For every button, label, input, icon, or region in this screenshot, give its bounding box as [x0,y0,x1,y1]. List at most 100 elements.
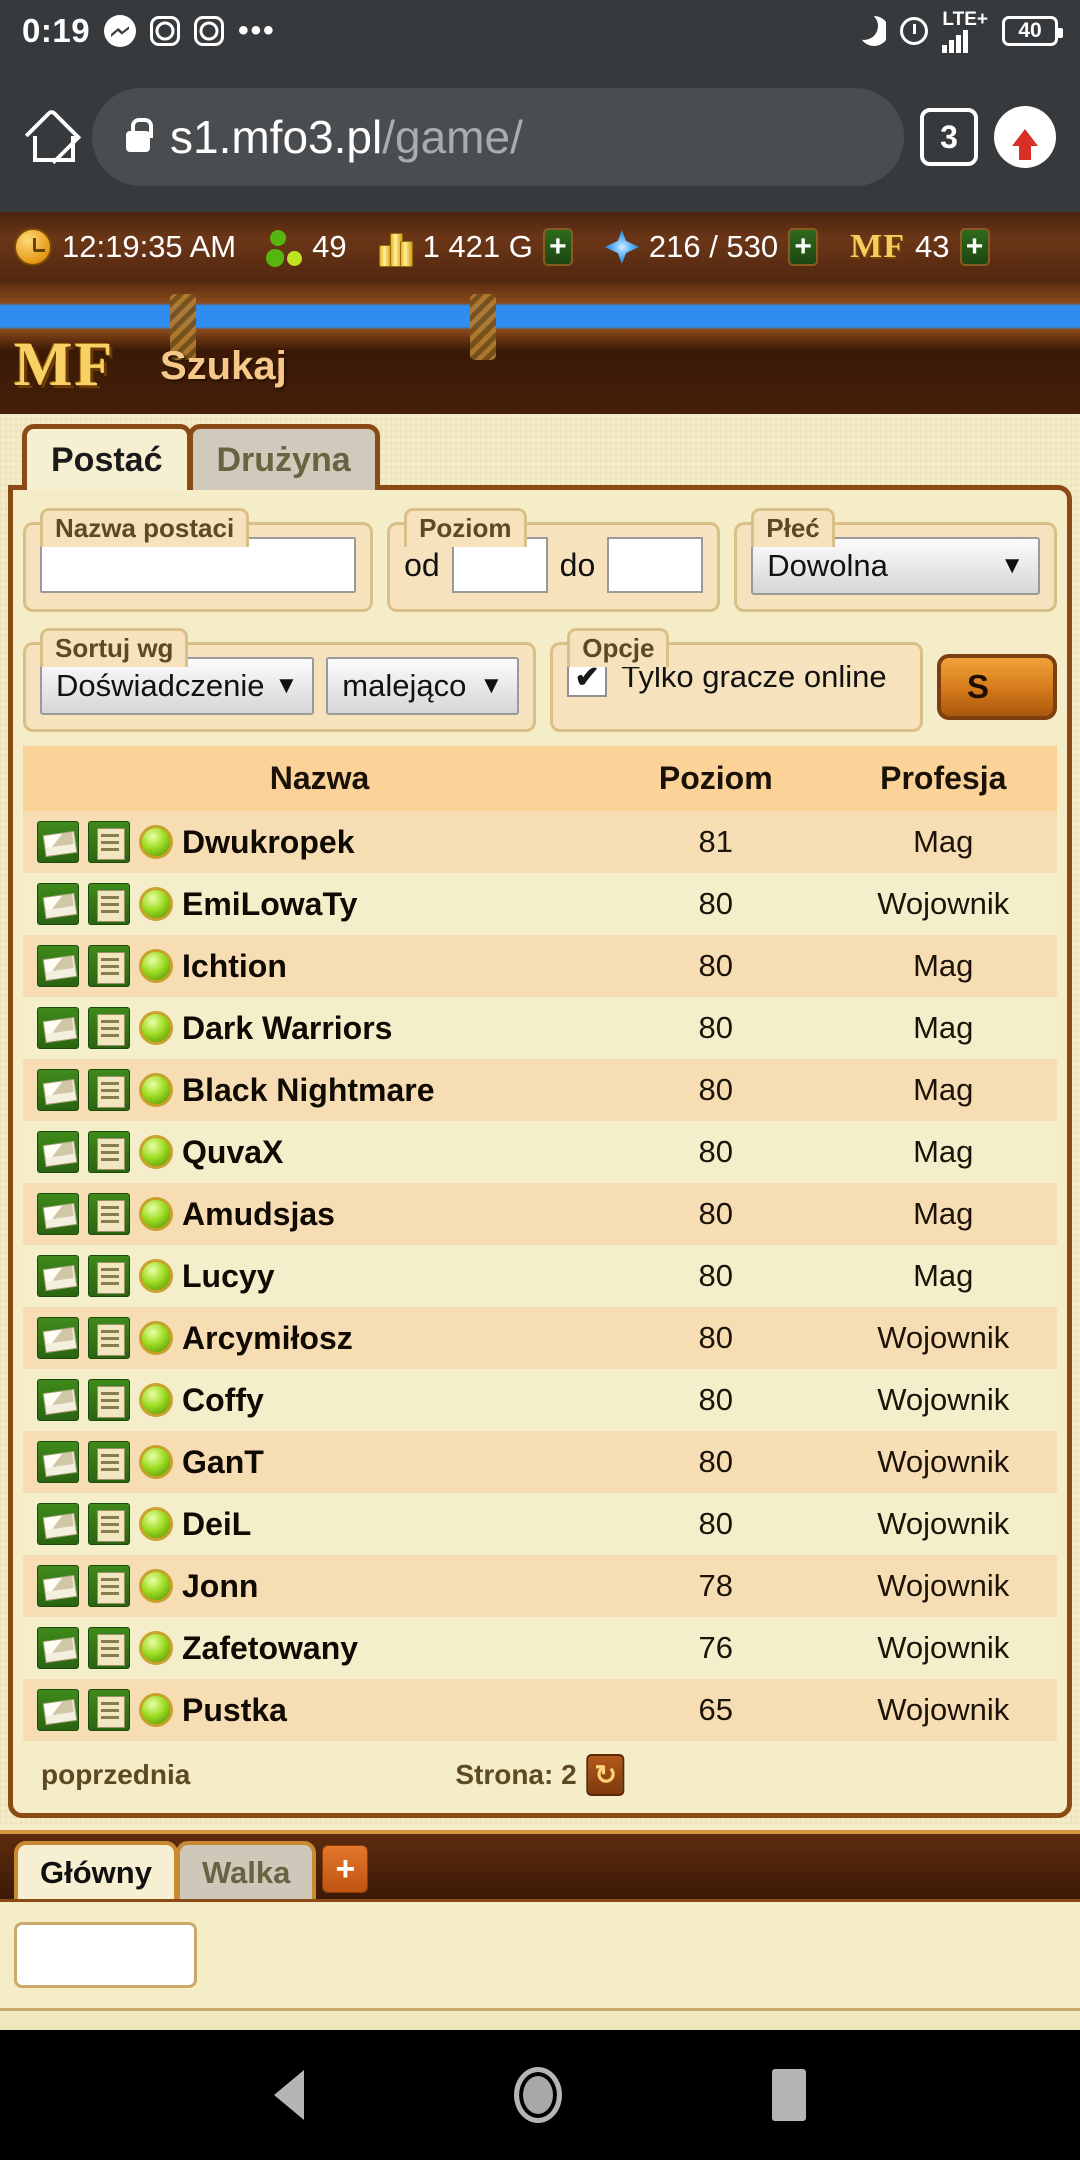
player-name[interactable]: Ichtion [182,948,287,985]
profile-icon[interactable] [88,1441,130,1483]
add-chat-tab-button[interactable]: + [322,1845,369,1893]
table-row[interactable]: Arcymiłosz 80 Wojownik [23,1307,1057,1369]
cell-level: 80 [602,1245,830,1307]
chat-tab-glowny[interactable]: Główny [14,1841,178,1899]
player-name[interactable]: Dark Warriors [182,1010,392,1047]
tab-count-button[interactable]: 3 [920,108,978,166]
online-players[interactable]: 49 [268,228,347,266]
level-to-input[interactable] [607,537,704,593]
mail-icon[interactable] [37,945,79,987]
column-header-name[interactable]: Nazwa [23,746,603,811]
resource-bar: 12:19:35 AM 49 1 421 G 216 / 530 MF 43 [0,212,1080,282]
add-gold-button[interactable] [542,228,573,266]
profile-icon[interactable] [88,1565,130,1607]
table-row[interactable]: Ichtion 80 Mag [23,935,1057,997]
content-panel: Postać Drużyna Nazwa postaci Poziom od d… [0,414,1080,1824]
profile-icon[interactable] [88,945,130,987]
profile-icon[interactable] [88,1627,130,1669]
mail-icon[interactable] [37,1441,79,1483]
game-logo[interactable]: MF [14,330,114,401]
tab-postac[interactable]: Postać [22,424,192,490]
player-name[interactable]: DeiL [182,1506,251,1543]
fieldset-options-legend: Opcje [567,628,670,667]
mail-icon[interactable] [37,883,79,925]
column-header-level[interactable]: Poziom [602,746,830,811]
table-row[interactable]: Black Nightmare 80 Mag [23,1059,1057,1121]
address-bar[interactable]: s1.mfo3.pl/game/ [92,88,904,186]
profile-icon[interactable] [88,1255,130,1297]
table-row[interactable]: Lucyy 80 Mag [23,1245,1057,1307]
mail-icon[interactable] [37,1255,79,1297]
tab-druzyna[interactable]: Drużyna [187,424,380,490]
profile-icon[interactable] [88,1131,130,1173]
table-row[interactable]: Dwukropek 81 Mag [23,811,1057,873]
table-row[interactable]: Zafetowany 76 Wojownik [23,1617,1057,1679]
signal-icon: LTE+ [942,10,988,53]
chat-input[interactable] [14,1922,197,1988]
profile-icon[interactable] [88,1689,130,1731]
chat-tab-walka[interactable]: Walka [175,1841,317,1899]
cell-name: QuvaX [23,1121,603,1183]
table-row[interactable]: DeiL 80 Wojownik [23,1493,1057,1555]
player-name[interactable]: Black Nightmare [182,1072,435,1109]
table-row[interactable]: QuvaX 80 Mag [23,1121,1057,1183]
profile-icon[interactable] [88,1007,130,1049]
mail-icon[interactable] [37,1503,79,1545]
mail-icon[interactable] [37,1317,79,1359]
mail-icon[interactable] [37,1069,79,1111]
player-name[interactable]: EmiLowaTy [182,886,357,923]
player-name[interactable]: QuvaX [182,1134,283,1171]
player-name[interactable]: GanT [182,1444,264,1481]
mail-icon[interactable] [37,1007,79,1049]
mf-currency[interactable]: MF 43 [850,228,990,266]
mail-icon[interactable] [37,1627,79,1669]
table-row[interactable]: Pustka 65 Wojownik [23,1679,1057,1741]
gold-amount[interactable]: 1 421 G [378,227,573,267]
table-row[interactable]: Dark Warriors 80 Mag [23,997,1057,1059]
table-row[interactable]: Coffy 80 Wojownik [23,1369,1057,1431]
mail-icon[interactable] [37,1379,79,1421]
level-from-label: od [404,546,440,583]
player-name[interactable]: Lucyy [182,1258,274,1295]
table-row[interactable]: GanT 80 Wojownik [23,1431,1057,1493]
back-icon[interactable] [274,2070,304,2120]
cell-profession: Mag [829,997,1057,1059]
search-button[interactable]: S [937,654,1057,720]
column-header-profession[interactable]: Profesja [829,746,1057,811]
mail-icon[interactable] [37,1689,79,1731]
profile-icon[interactable] [88,1069,130,1111]
profile-icon[interactable] [88,1379,130,1421]
mail-icon[interactable] [37,1565,79,1607]
mana-amount[interactable]: 216 / 530 [604,228,819,266]
add-mana-button[interactable] [788,228,819,266]
table-row[interactable]: EmiLowaTy 80 Wojownik [23,873,1057,935]
previous-page-link[interactable]: poprzednia [41,1759,190,1791]
profile-icon[interactable] [88,1193,130,1235]
player-name[interactable]: Arcymiłosz [182,1320,353,1357]
mail-icon[interactable] [37,1193,79,1235]
home-circle-icon[interactable] [514,2067,562,2123]
player-name[interactable]: Zafetowany [182,1630,358,1667]
player-name[interactable]: Amudsjas [182,1196,335,1233]
profile-icon[interactable] [88,1317,130,1359]
chevron-down-icon: ▼ [1000,552,1024,579]
home-icon[interactable] [24,111,76,163]
profile-icon[interactable] [88,821,130,863]
mail-icon[interactable] [37,821,79,863]
player-name[interactable]: Coffy [182,1382,264,1419]
player-name[interactable]: Dwukropek [182,824,354,861]
mail-icon[interactable] [37,1131,79,1173]
recents-icon[interactable] [772,2069,806,2121]
profile-icon[interactable] [88,883,130,925]
refresh-icon[interactable]: ↻ [586,1754,625,1796]
upload-button[interactable] [994,106,1056,168]
add-mf-button[interactable] [959,228,990,266]
profile-icon[interactable] [88,1503,130,1545]
fieldset-sex-legend: Płeć [751,508,835,547]
table-row[interactable]: Amudsjas 80 Mag [23,1183,1057,1245]
more-dots-icon: ••• [238,14,276,47]
player-name[interactable]: Pustka [182,1692,287,1729]
sort-direction-select[interactable]: malejąco ▼ [326,657,520,715]
player-name[interactable]: Jonn [182,1568,258,1605]
table-row[interactable]: Jonn 78 Wojownik [23,1555,1057,1617]
